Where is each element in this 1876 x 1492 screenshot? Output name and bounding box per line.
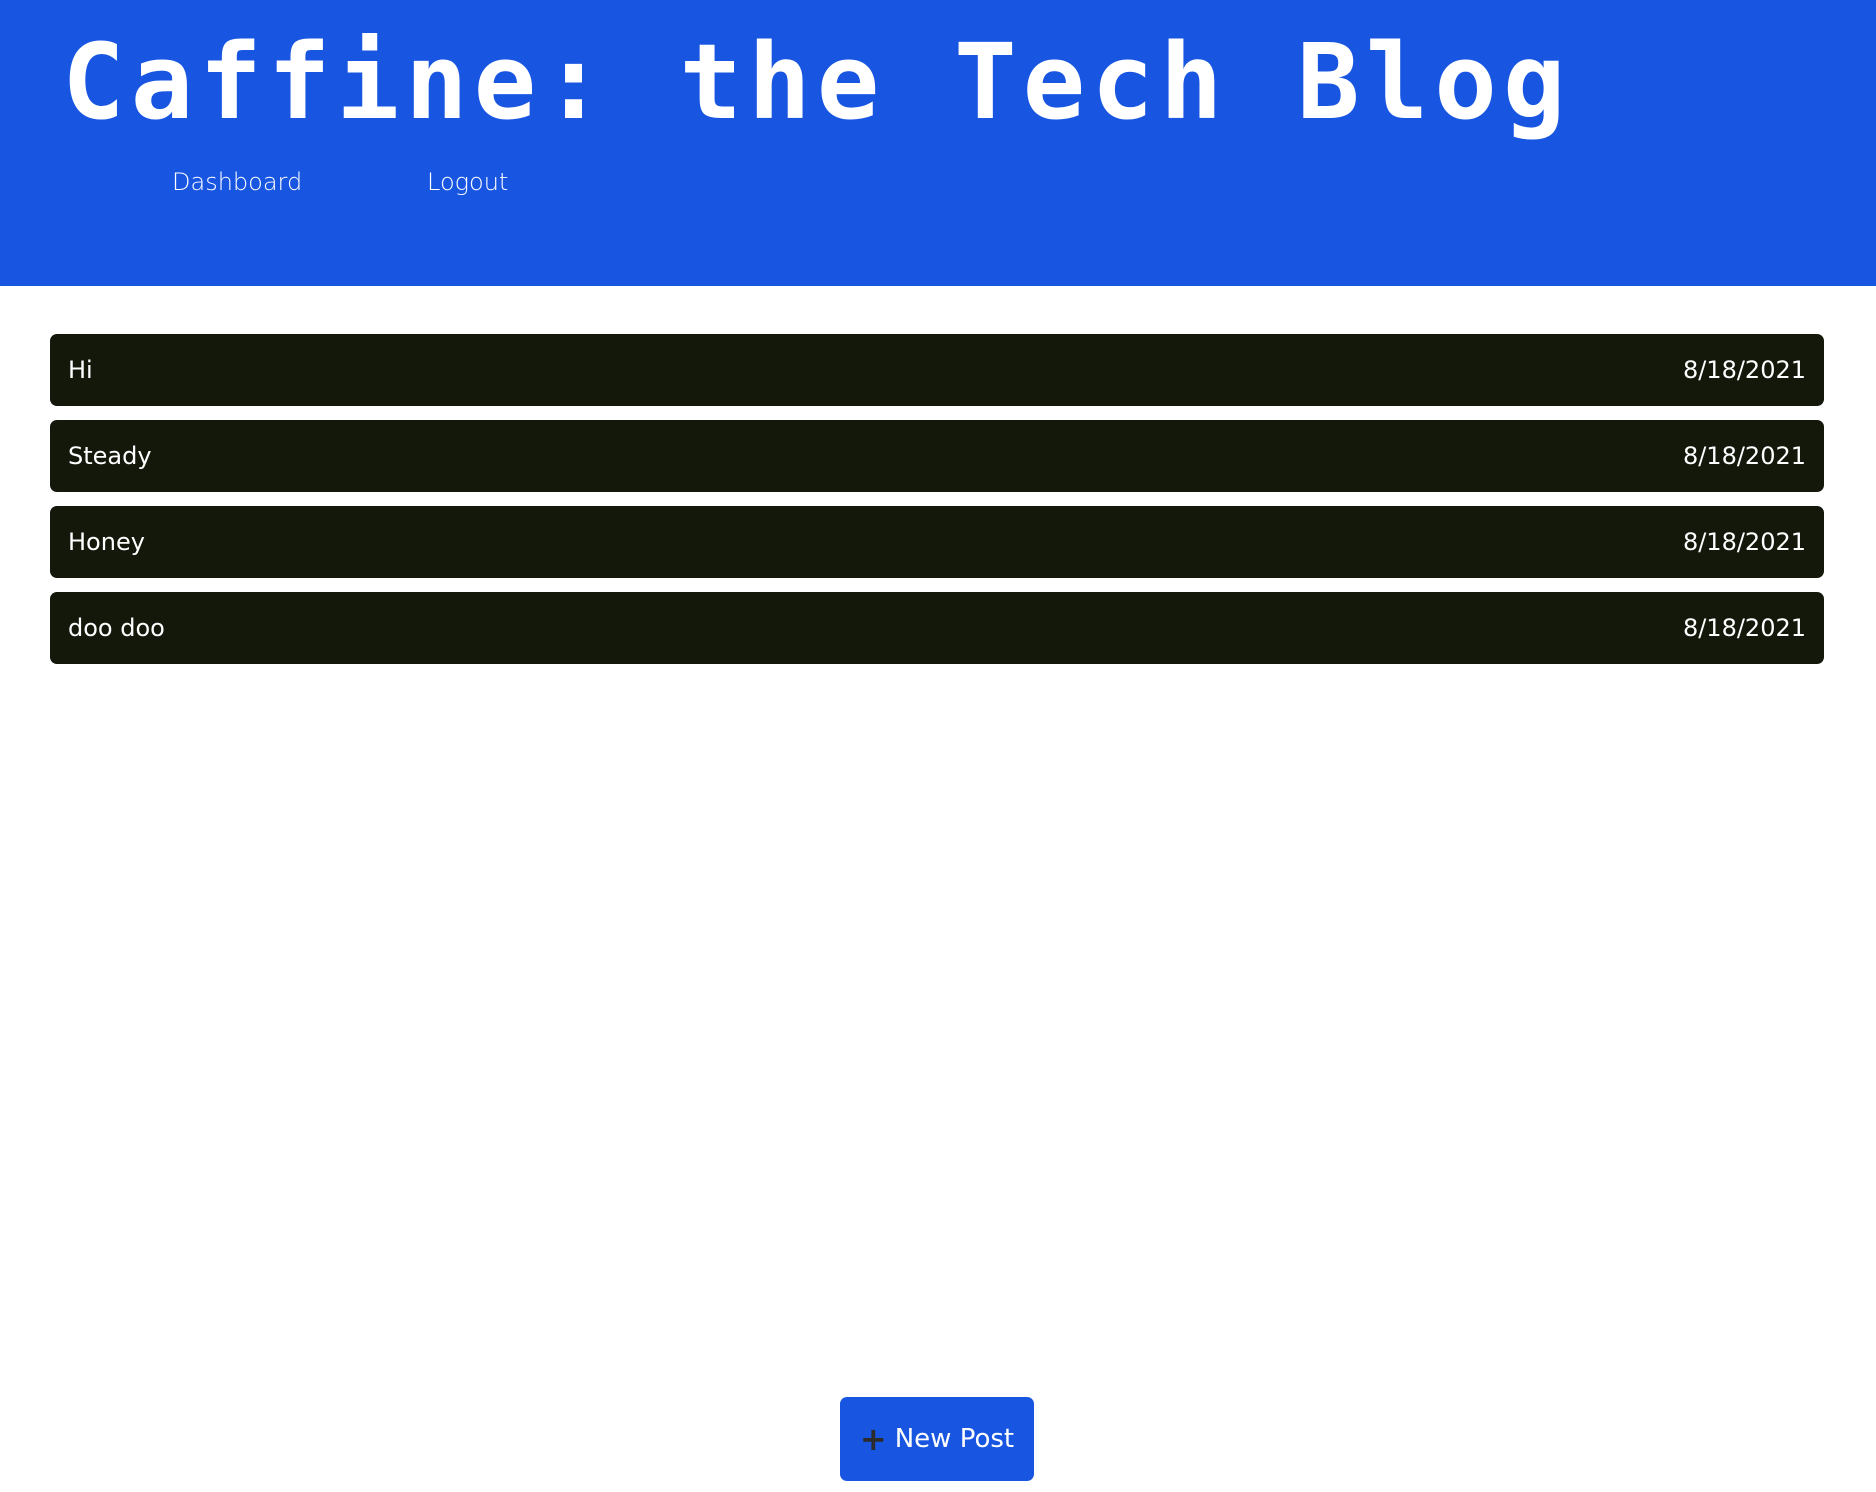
post-title: Steady: [68, 442, 152, 470]
new-post-button[interactable]: + New Post: [840, 1397, 1034, 1481]
plus-icon: +: [859, 1420, 887, 1458]
post-date: 8/18/2021: [1682, 356, 1806, 384]
post-row[interactable]: Honey 8/18/2021: [50, 506, 1824, 578]
site-header: Caffine: the Tech Blog Dashboard Logout: [0, 0, 1876, 286]
post-date: 8/18/2021: [1682, 528, 1806, 556]
post-list: Hi 8/18/2021 Steady 8/18/2021 Honey 8/18…: [50, 334, 1824, 678]
site-title: Caffine: the Tech Blog: [62, 21, 1572, 143]
post-date: 8/18/2021: [1682, 614, 1806, 642]
post-row[interactable]: doo doo 8/18/2021: [50, 592, 1824, 664]
post-date: 8/18/2021: [1682, 442, 1806, 470]
post-title: Honey: [68, 528, 145, 556]
new-post-label: New Post: [894, 1424, 1015, 1454]
post-row[interactable]: Hi 8/18/2021: [50, 334, 1824, 406]
nav-logout-link[interactable]: Logout: [427, 168, 508, 196]
post-title: Hi: [68, 356, 93, 384]
post-title: doo doo: [68, 614, 165, 642]
post-row[interactable]: Steady 8/18/2021: [50, 420, 1824, 492]
nav-dashboard-link[interactable]: Dashboard: [172, 168, 302, 196]
